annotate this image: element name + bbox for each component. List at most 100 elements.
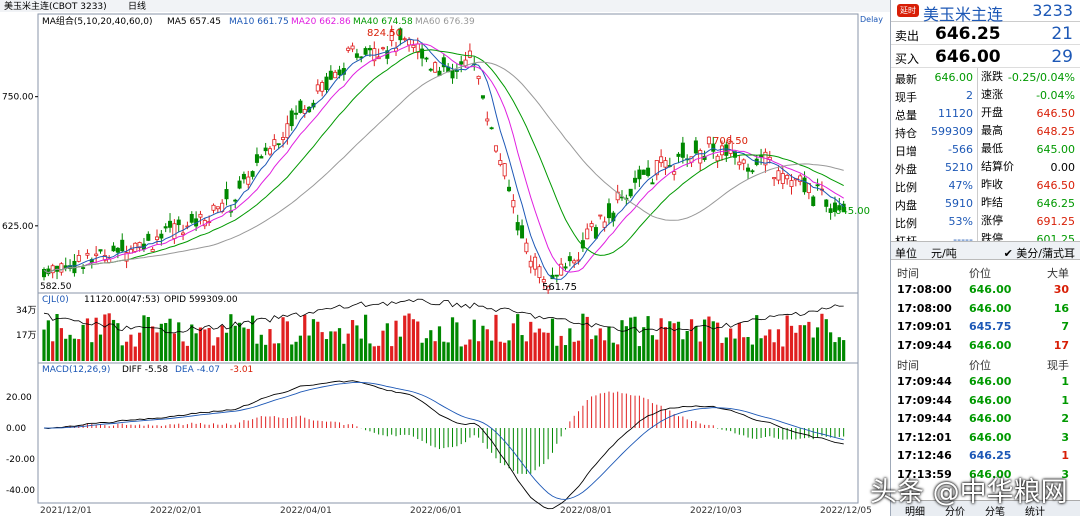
volume-bar — [759, 338, 763, 361]
volume-bar — [246, 328, 250, 361]
candle-body — [250, 171, 255, 177]
volume-bar — [446, 342, 450, 361]
tick-row: 17:12:01 646.00 3 — [897, 430, 1069, 444]
volume-bar — [689, 319, 694, 361]
tick-row: 17:09:01 645.75 7 — [897, 320, 1069, 333]
candle-body — [554, 274, 559, 277]
volume-bar — [407, 313, 411, 361]
candle-body — [520, 225, 525, 239]
candle-body — [281, 137, 286, 140]
volume-bar — [337, 328, 342, 361]
date-tick: 2021/12/01 — [40, 506, 92, 516]
candle-body — [146, 233, 151, 241]
candle-body — [637, 169, 642, 180]
candle-body — [533, 256, 538, 270]
candle-body — [337, 69, 342, 76]
volume-bar — [133, 346, 137, 361]
tick-row: 17:09:44 646.00 1 — [897, 375, 1069, 388]
candle-body — [289, 110, 294, 127]
volume-bar — [776, 329, 781, 361]
candle-body — [402, 38, 407, 41]
volume-bar — [520, 335, 524, 361]
candle-body — [750, 170, 755, 173]
volume-bar — [181, 341, 185, 361]
candle-body — [589, 223, 594, 228]
unit-check[interactable]: ✔ 美分/蒲式耳 — [1004, 245, 1075, 261]
volume-bar — [437, 326, 442, 361]
volume-bar — [94, 317, 98, 361]
volume-bar — [550, 318, 555, 361]
candle-body — [411, 44, 416, 48]
candle-body — [367, 47, 372, 51]
volume-bar — [229, 314, 233, 361]
tick-row: 17:09:44 646.00 1 — [897, 393, 1069, 407]
date-tick: 2022/02/01 — [150, 506, 202, 516]
candle-body — [163, 226, 168, 229]
volume-bar — [494, 314, 498, 361]
vol-opid: OPID 599309.00 — [164, 295, 238, 305]
candle-body — [698, 150, 703, 164]
volume-bar — [503, 342, 507, 361]
volume-bar — [659, 318, 663, 361]
volume-bar — [629, 317, 633, 361]
candle-body — [480, 95, 485, 99]
volume-bar — [320, 332, 324, 361]
candle-body — [498, 160, 503, 166]
kline-chart[interactable]: 美玉米主连(CBOT 3233) 日线 Delay MA组合(5,10,20,40,6… — [0, 0, 890, 516]
candle-body — [263, 147, 268, 152]
volume-bar — [311, 319, 316, 361]
volume-bar — [663, 327, 668, 361]
volume-bar — [90, 342, 94, 361]
candle-body — [98, 249, 103, 252]
volume-bar — [342, 343, 346, 361]
volume-bar — [529, 321, 533, 361]
volume-bar — [542, 332, 546, 361]
tick-row: 17:08:00 646.00 16 — [897, 301, 1069, 315]
watermark: 头条 @中华粮网 — [870, 477, 1068, 508]
volume-bar — [607, 326, 611, 361]
candle-body — [50, 265, 55, 274]
candle-body — [298, 100, 303, 113]
volume-bar — [51, 341, 55, 361]
candle-body — [150, 249, 155, 252]
volume-bar — [203, 329, 207, 361]
low-label: 561.75 — [542, 282, 577, 293]
volume-bar — [733, 338, 737, 361]
volume-bar — [546, 332, 550, 361]
candle-body — [346, 47, 351, 51]
vol-tick: 17万 — [16, 331, 36, 341]
volume-bar — [576, 340, 581, 361]
period-label: 日线 — [128, 0, 146, 12]
candle-body — [176, 219, 181, 226]
volume-bar — [485, 329, 489, 361]
volume-bar — [194, 333, 198, 361]
unit-bar[interactable]: 单位 元/吨 ✔ 美分/蒲式耳 — [891, 241, 1080, 260]
volume-bar — [711, 321, 715, 361]
contract-code: 3233 — [1032, 1, 1073, 20]
volume-bar — [129, 334, 133, 361]
volume-bar — [829, 332, 833, 361]
candle-body — [363, 48, 368, 55]
candle-body — [55, 265, 60, 272]
tick-row: 17:09:44 646.00 2 — [897, 412, 1069, 425]
candle-body — [524, 242, 529, 253]
volume-bar — [646, 316, 650, 361]
ma-label: MA5 657.45 — [167, 17, 221, 27]
volume-bar — [177, 322, 181, 361]
quote-row: 内盘 5910 昨结 646.25 — [895, 194, 1075, 212]
volume-bar — [490, 340, 494, 361]
volume-bar — [42, 329, 46, 361]
candle-body — [198, 213, 203, 218]
volume-bar — [685, 330, 689, 361]
volume-bar — [798, 325, 802, 361]
volume-bar — [185, 345, 190, 361]
volume-bar — [450, 317, 455, 361]
candle-body — [815, 184, 820, 187]
volume-bar — [589, 339, 594, 361]
candle-body — [111, 245, 116, 252]
candle-body — [94, 253, 99, 256]
volume-bar — [316, 321, 320, 361]
ma-label: MA40 674.58 — [353, 17, 413, 27]
volume-bar — [172, 333, 176, 361]
date-tick: 2022/06/01 — [410, 506, 462, 516]
